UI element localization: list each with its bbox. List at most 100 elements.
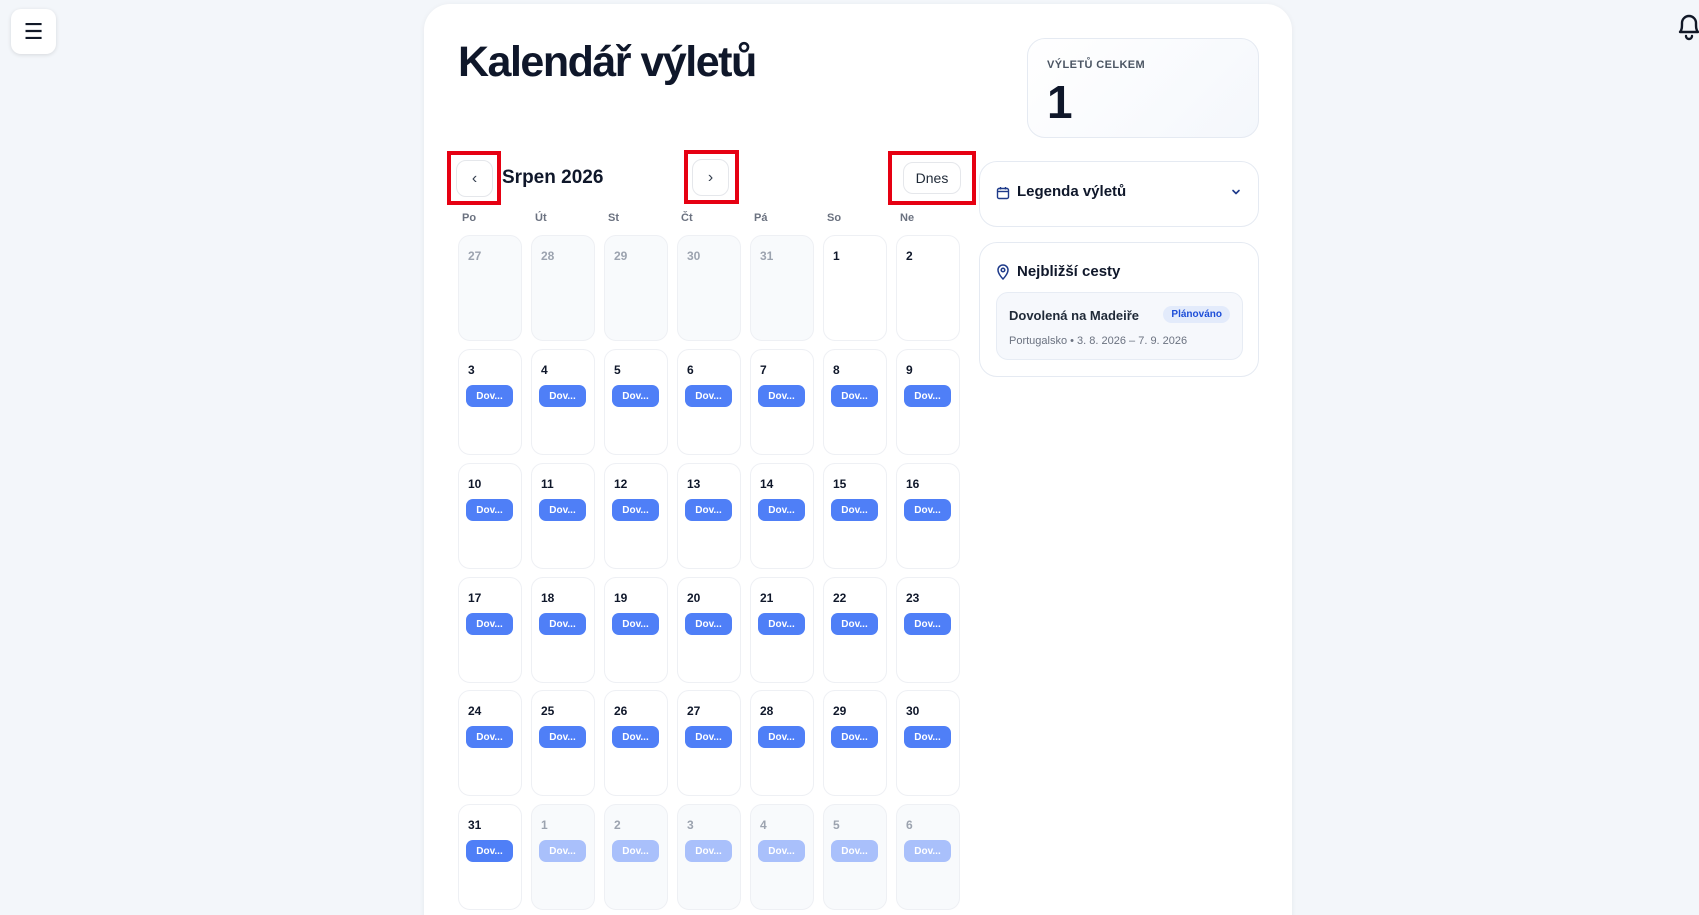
chevron-down-icon [1232, 189, 1240, 195]
next-month-button[interactable]: › [692, 159, 729, 196]
calendar-day[interactable]: 26 Dov... [604, 690, 668, 796]
calendar-day[interactable]: 23 Dov... [896, 577, 960, 683]
calendar-day[interactable]: 7 Dov... [750, 349, 814, 455]
trip-event-chip[interactable]: Dov... [539, 726, 586, 748]
trip-event-chip[interactable]: Dov... [685, 499, 732, 521]
day-number: 10 [468, 477, 482, 491]
trip-event-chip[interactable]: Dov... [904, 385, 951, 407]
calendar-day[interactable]: 25 Dov... [531, 690, 595, 796]
prev-month-button[interactable]: ‹ [456, 160, 493, 197]
trip-event-chip[interactable]: Dov... [466, 726, 513, 748]
trip-event-chip[interactable]: Dov... [612, 726, 659, 748]
calendar-day[interactable]: 29 [604, 235, 668, 341]
trip-event-chip[interactable]: Dov... [539, 840, 586, 862]
trip-event-chip[interactable]: Dov... [758, 726, 805, 748]
trip-item[interactable]: Dovolená na Madeiře Plánováno Portugalsk… [996, 292, 1243, 360]
trip-event-chip[interactable]: Dov... [758, 613, 805, 635]
day-number: 31 [468, 818, 482, 832]
calendar-day[interactable]: 3 Dov... [458, 349, 522, 455]
trip-event-chip[interactable]: Dov... [904, 613, 951, 635]
calendar-day[interactable]: 12 Dov... [604, 463, 668, 569]
trip-event-chip[interactable]: Dov... [612, 840, 659, 862]
calendar-day[interactable]: 13 Dov... [677, 463, 741, 569]
legend-toggle[interactable]: Legenda výletů [979, 161, 1259, 227]
trip-event-chip[interactable]: Dov... [466, 499, 513, 521]
trip-event-chip[interactable]: Dov... [831, 726, 878, 748]
map-pin-icon [997, 264, 1009, 280]
calendar-day[interactable]: 1 [823, 235, 887, 341]
page-title: Kalendář výletů [458, 38, 757, 86]
trip-event-chip[interactable]: Dov... [466, 613, 513, 635]
trip-event-chip[interactable]: Dov... [685, 613, 732, 635]
calendar-day[interactable]: 10 Dov... [458, 463, 522, 569]
trip-event-chip[interactable]: Dov... [758, 499, 805, 521]
calendar-day[interactable]: 4 Dov... [750, 804, 814, 910]
calendar-day[interactable]: 31 Dov... [458, 804, 522, 910]
day-number: 19 [614, 591, 628, 605]
calendar-day[interactable]: 27 Dov... [677, 690, 741, 796]
calendar-day[interactable]: 6 Dov... [677, 349, 741, 455]
trip-event-chip[interactable]: Dov... [685, 726, 732, 748]
trip-event-chip[interactable]: Dov... [685, 840, 732, 862]
day-number: 8 [833, 363, 840, 377]
total-trips-label: VÝLETŮ CELKEM [1047, 59, 1146, 71]
trip-event-chip[interactable]: Dov... [539, 613, 586, 635]
menu-button[interactable]: ☰ [11, 9, 56, 54]
calendar-day[interactable]: 6 Dov... [896, 804, 960, 910]
trip-event-chip[interactable]: Dov... [612, 385, 659, 407]
trip-event-chip[interactable]: Dov... [904, 726, 951, 748]
trip-event-chip[interactable]: Dov... [612, 499, 659, 521]
calendar-day[interactable]: 4 Dov... [531, 349, 595, 455]
calendar-day[interactable]: 14 Dov... [750, 463, 814, 569]
calendar-day[interactable]: 8 Dov... [823, 349, 887, 455]
calendar-day[interactable]: 28 Dov... [750, 690, 814, 796]
trip-event-chip[interactable]: Dov... [685, 385, 732, 407]
calendar-day[interactable]: 20 Dov... [677, 577, 741, 683]
calendar-day[interactable]: 16 Dov... [896, 463, 960, 569]
day-number: 4 [760, 818, 767, 832]
calendar-day[interactable]: 9 Dov... [896, 349, 960, 455]
trip-event-chip[interactable]: Dov... [831, 613, 878, 635]
calendar-day[interactable]: 28 [531, 235, 595, 341]
trip-event-chip[interactable]: Dov... [904, 499, 951, 521]
trip-event-chip[interactable]: Dov... [904, 840, 951, 862]
trip-event-chip[interactable]: Dov... [831, 385, 878, 407]
calendar-day[interactable]: 15 Dov... [823, 463, 887, 569]
today-button[interactable]: Dnes [903, 162, 961, 194]
trip-event-chip[interactable]: Dov... [466, 840, 513, 862]
trip-event-chip[interactable]: Dov... [466, 385, 513, 407]
calendar-day[interactable]: 2 [896, 235, 960, 341]
calendar-day[interactable]: 5 Dov... [823, 804, 887, 910]
calendar-day[interactable]: 30 Dov... [896, 690, 960, 796]
day-number: 5 [614, 363, 621, 377]
trip-event-chip[interactable]: Dov... [539, 385, 586, 407]
calendar-day[interactable]: 17 Dov... [458, 577, 522, 683]
calendar-day[interactable]: 22 Dov... [823, 577, 887, 683]
day-number: 29 [614, 249, 628, 263]
day-number: 2 [906, 249, 913, 263]
calendar-day[interactable]: 29 Dov... [823, 690, 887, 796]
notifications-button[interactable] [1671, 8, 1699, 42]
calendar-day[interactable]: 18 Dov... [531, 577, 595, 683]
weekday-label: So [827, 212, 842, 224]
calendar-day[interactable]: 21 Dov... [750, 577, 814, 683]
calendar-day[interactable]: 2 Dov... [604, 804, 668, 910]
trip-event-chip[interactable]: Dov... [831, 499, 878, 521]
calendar-day[interactable]: 1 Dov... [531, 804, 595, 910]
calendar-day[interactable]: 19 Dov... [604, 577, 668, 683]
trip-event-chip[interactable]: Dov... [612, 613, 659, 635]
calendar-day[interactable]: 5 Dov... [604, 349, 668, 455]
weekday-label: Po [462, 212, 477, 224]
trip-event-chip[interactable]: Dov... [831, 840, 878, 862]
calendar-day[interactable]: 11 Dov... [531, 463, 595, 569]
calendar-day[interactable]: 24 Dov... [458, 690, 522, 796]
trip-event-chip[interactable]: Dov... [758, 385, 805, 407]
day-number: 16 [906, 477, 920, 491]
calendar-day[interactable]: 31 [750, 235, 814, 341]
upcoming-trips-title: Nejbližší cesty [1017, 263, 1121, 280]
trip-event-chip[interactable]: Dov... [758, 840, 805, 862]
calendar-day[interactable]: 3 Dov... [677, 804, 741, 910]
calendar-day[interactable]: 30 [677, 235, 741, 341]
trip-event-chip[interactable]: Dov... [539, 499, 586, 521]
calendar-day[interactable]: 27 [458, 235, 522, 341]
